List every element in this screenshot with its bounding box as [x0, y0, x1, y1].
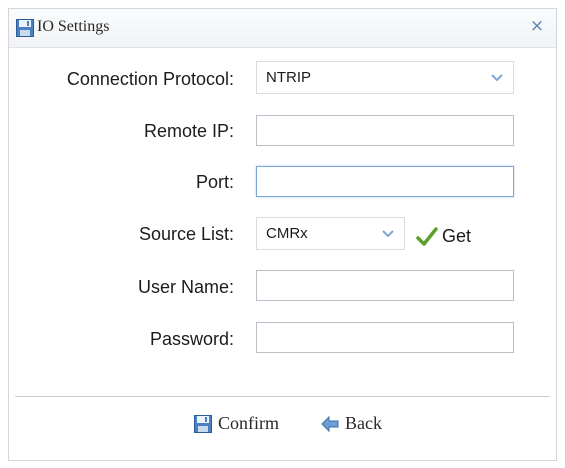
connection-protocol-select[interactable]: NTRIP	[256, 61, 514, 94]
remote-ip-label: Remote IP:	[143, 121, 234, 141]
back-arrow-icon	[321, 415, 339, 433]
port-input[interactable]	[256, 166, 514, 197]
port-label: Port:	[195, 172, 234, 192]
save-disk-icon	[16, 19, 34, 37]
save-disk-icon	[194, 415, 212, 433]
connection-protocol-label: Connection Protocol:	[66, 69, 234, 89]
user-name-input[interactable]	[256, 270, 514, 301]
chevron-down-icon	[491, 74, 503, 82]
close-button[interactable]: ×	[528, 17, 546, 35]
connection-protocol-value: NTRIP	[266, 69, 311, 86]
back-button[interactable]: Back	[321, 412, 401, 436]
password-label: Password:	[149, 329, 234, 349]
remote-ip-input[interactable]	[256, 115, 514, 146]
check-icon	[416, 227, 438, 246]
io-settings-dialog: IO Settings × Connection Protocol: NTRIP…	[8, 8, 557, 461]
window-title: IO Settings	[37, 18, 110, 35]
user-name-label: User Name:	[137, 277, 234, 297]
title-bar: IO Settings ×	[9, 9, 556, 48]
confirm-button[interactable]: Confirm	[194, 412, 304, 436]
source-list-label: Source List:	[138, 224, 234, 244]
source-list-value: CMRx	[266, 225, 308, 242]
password-input[interactable]	[256, 322, 514, 353]
confirm-label: Confirm	[218, 413, 279, 433]
get-label: Get	[442, 226, 472, 246]
chevron-down-icon	[382, 230, 394, 238]
source-list-select[interactable]: CMRx	[256, 217, 405, 250]
back-label: Back	[345, 413, 382, 433]
footer-divider	[15, 396, 550, 397]
